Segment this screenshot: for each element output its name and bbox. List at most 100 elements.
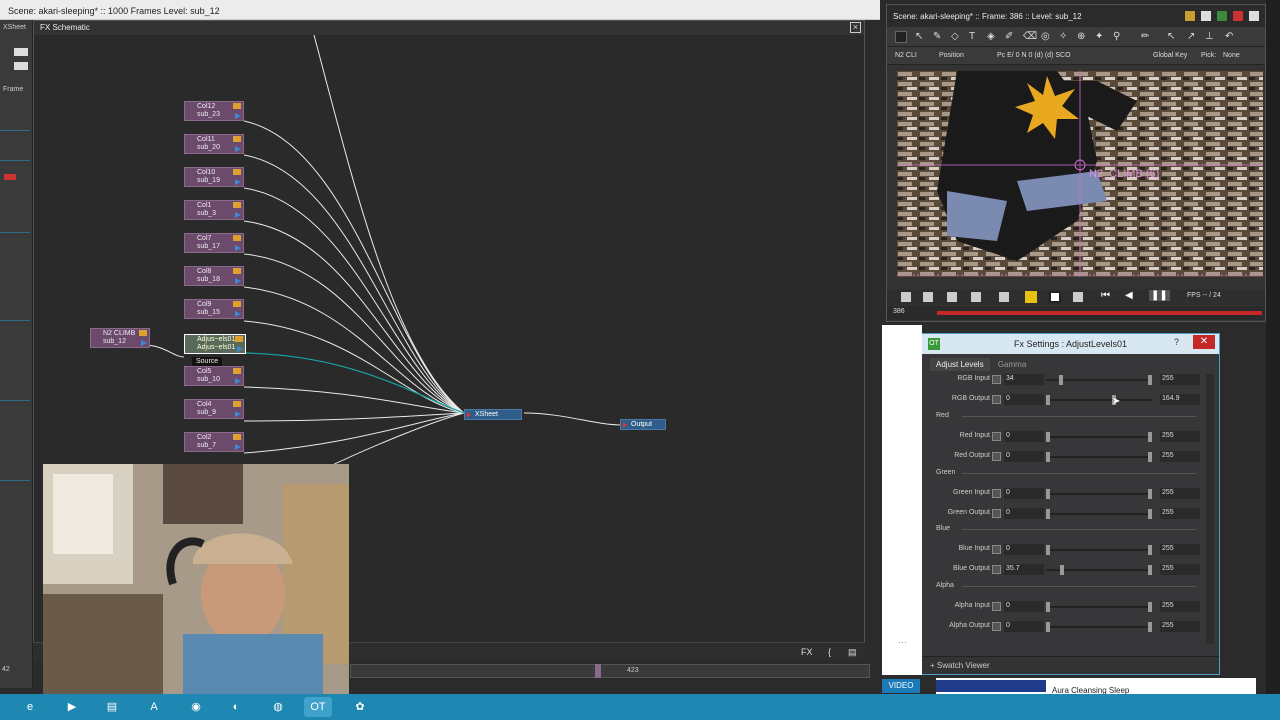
column-node[interactable]: Col7 sub_17 [184, 233, 244, 253]
column-node[interactable]: Col4 sub_9 [184, 399, 244, 419]
geometric-tool-icon[interactable]: ◇ [951, 31, 959, 42]
range-handle-max[interactable] [1148, 452, 1152, 462]
range-handle-min[interactable] [1046, 602, 1050, 612]
keyframe-icon[interactable] [992, 545, 1001, 554]
keyframe-icon[interactable] [992, 375, 1001, 384]
source-port-label[interactable]: Source [192, 357, 223, 366]
range-slider-track[interactable] [1046, 493, 1152, 495]
firefox-icon[interactable]: ◍ [264, 697, 292, 717]
rotate-tool-icon[interactable]: ↶ [1225, 31, 1233, 42]
position-fields[interactable]: Pc E/ 0 N 0 (d) (d) SCO [997, 52, 1071, 59]
range-handle-max[interactable] [1148, 489, 1152, 499]
global-key-checkbox[interactable]: Global Key [1153, 52, 1187, 59]
right-edge-scrollbar[interactable] [1266, 0, 1280, 700]
range-handle-max[interactable] [1148, 622, 1152, 632]
bg-white-icon[interactable] [1049, 291, 1061, 303]
range-handle-min[interactable] [1046, 395, 1050, 405]
column-node[interactable]: Col1 sub_3 [184, 200, 244, 220]
node-adjust-levels[interactable]: Adjus~els01 Adjus~els01 [184, 334, 246, 354]
max-value-field[interactable]: 255 [1160, 488, 1200, 499]
min-value-field[interactable]: 0 [1004, 621, 1044, 632]
app-icon[interactable]: A [140, 697, 168, 717]
file-explorer-icon[interactable]: ▤ [98, 697, 126, 717]
camera-icon[interactable] [1185, 11, 1195, 21]
keyframe-icon[interactable] [992, 395, 1001, 404]
min-value-field[interactable]: 0 [1004, 544, 1044, 555]
range-handle-min[interactable] [1046, 489, 1050, 499]
output-port-icon[interactable] [141, 340, 147, 346]
range-slider-track[interactable] [1046, 549, 1152, 551]
range-slider-track[interactable] [1046, 626, 1152, 628]
camera-stand-icon[interactable] [923, 292, 933, 302]
max-value-field[interactable]: 164.9 [1160, 394, 1200, 405]
range-slider-track[interactable] [1046, 513, 1152, 515]
frame-slider-track[interactable] [937, 311, 1262, 315]
zoom-tool-icon[interactable]: ↗ [1187, 31, 1195, 42]
min-value-field[interactable]: 0 [1004, 394, 1044, 405]
range-handle-max[interactable] [1148, 375, 1152, 385]
keyframe-icon[interactable] [992, 565, 1001, 574]
column-node[interactable]: Col8 sub_18 [184, 266, 244, 286]
preview-icon[interactable] [947, 292, 957, 302]
max-value-field[interactable]: 255 [1160, 374, 1200, 385]
range-handle-min[interactable] [1046, 452, 1050, 462]
media-player-icon[interactable]: ▶ [58, 697, 86, 717]
hand-tool-icon[interactable]: ↖ [1167, 31, 1175, 42]
keyframe-icon[interactable] [992, 509, 1001, 518]
node-n2-climb[interactable]: N2 CLIMB sub_12 [90, 328, 150, 348]
range-handle-min[interactable] [1046, 545, 1050, 555]
column-node[interactable]: Col5 sub_10 [184, 366, 244, 386]
vertical-scrollbar[interactable] [870, 111, 878, 671]
first-frame-icon[interactable]: ⏮ [1101, 290, 1110, 301]
output-port-icon[interactable] [237, 346, 243, 352]
rgb-picker-icon[interactable]: ⊕ [1077, 31, 1085, 42]
tab-xsheet[interactable]: XSheet [3, 24, 31, 36]
view-icon[interactable] [1217, 11, 1227, 21]
output-port-icon[interactable] [235, 378, 241, 384]
prev-frame-icon[interactable]: ◀ [1125, 290, 1133, 301]
output-port-icon[interactable] [235, 146, 241, 152]
column-select[interactable]: N2 CLI [895, 52, 917, 59]
type-tool-icon[interactable]: T [969, 31, 975, 42]
output-port-icon[interactable] [235, 444, 241, 450]
subcamera-icon[interactable] [971, 292, 981, 302]
animate-tool-icon[interactable] [895, 31, 907, 43]
column-node[interactable]: Col2 sub_7 [184, 432, 244, 452]
layout-icon[interactable] [14, 62, 28, 70]
close-icon[interactable]: × [850, 22, 861, 33]
video-list-item[interactable]: Aura Cleansing Sleep [936, 678, 1256, 695]
column-node[interactable]: Col12 sub_23 [184, 101, 244, 121]
tab-frame[interactable]: Frame [3, 86, 31, 98]
control-point-icon[interactable]: ✦ [1095, 31, 1103, 42]
keyframe-icon[interactable] [992, 602, 1001, 611]
pinch-tool-icon[interactable]: ⚲ [1113, 31, 1120, 42]
min-value-field[interactable]: 0 [1004, 601, 1044, 612]
range-handle-min[interactable] [1046, 432, 1050, 442]
min-value-field[interactable]: 0 [1004, 508, 1044, 519]
max-value-field[interactable]: 255 [1160, 544, 1200, 555]
viewer-canvas[interactable]: N2_CLIMB (6) [897, 71, 1263, 277]
min-value-field[interactable]: 34 [1004, 374, 1044, 385]
flag-icon[interactable] [1233, 11, 1243, 21]
node-output[interactable]: Output [620, 419, 666, 430]
obs-icon[interactable]: ◐ [222, 697, 250, 717]
column-node[interactable]: Col10 sub_19 [184, 167, 244, 187]
checkerboard-icon[interactable] [901, 292, 911, 302]
output-port-icon[interactable] [235, 311, 241, 317]
max-value-field[interactable]: 255 [1160, 508, 1200, 519]
max-value-field[interactable]: 255 [1160, 564, 1200, 575]
range-handle-max[interactable] [1148, 545, 1152, 555]
range-slider-track[interactable] [1046, 399, 1152, 401]
pen-tool-icon[interactable]: ✏ [1141, 31, 1149, 42]
eraser-tool-icon[interactable]: ⌫ [1023, 31, 1037, 42]
video-tab[interactable]: VIDEO [882, 679, 920, 693]
max-value-field[interactable]: 255 [1160, 621, 1200, 632]
range-handle-min[interactable] [1059, 375, 1064, 385]
brush-tool-icon[interactable]: ✎ [933, 31, 941, 42]
input-port-icon[interactable] [623, 422, 627, 428]
tape-tool-icon[interactable]: ◎ [1041, 31, 1050, 42]
range-slider-track[interactable] [1046, 436, 1152, 438]
picker-tool-icon[interactable]: ✧ [1059, 31, 1067, 42]
node-xsheet[interactable]: XSheet [464, 409, 522, 420]
min-value-field[interactable]: 0 [1004, 451, 1044, 462]
